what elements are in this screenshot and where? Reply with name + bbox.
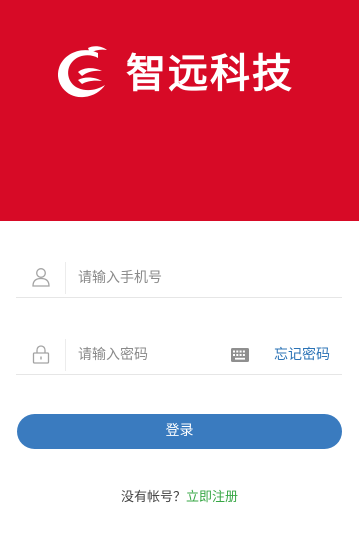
phone-field [16,258,342,298]
lock-icon [32,345,50,364]
field-divider [65,262,66,294]
field-divider [65,339,66,371]
keyboard-icon[interactable] [231,348,249,362]
signup-link[interactable]: 立即注册 [186,490,238,505]
signup-prompt-row: 没有帐号？立即注册 [0,489,359,507]
brand-header: 智远科技 [0,0,359,221]
field-underline [16,374,342,375]
login-button[interactable]: 登录 [17,414,342,449]
phone-input[interactable] [78,258,328,298]
brand-logo-icon [57,46,107,98]
brand-name: 智远科技 [126,51,294,97]
password-input[interactable] [78,335,228,375]
signup-prompt-text: 没有帐号？ [120,490,186,505]
user-icon [32,268,50,287]
password-field: 忘记密码 [16,335,342,375]
forgot-password-link[interactable]: 忘记密码 [274,345,330,365]
field-underline [16,297,342,298]
